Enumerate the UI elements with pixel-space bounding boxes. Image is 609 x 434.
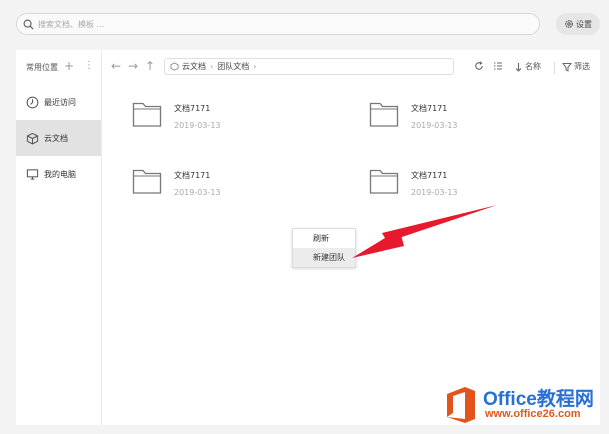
office-logo-icon: [447, 387, 475, 423]
watermark-url: www.office26.com: [485, 408, 581, 420]
annotation-arrow: [352, 205, 497, 258]
watermark-title: Office教程网: [483, 389, 594, 410]
watermark: Office教程网 www.office26.com: [443, 384, 603, 426]
